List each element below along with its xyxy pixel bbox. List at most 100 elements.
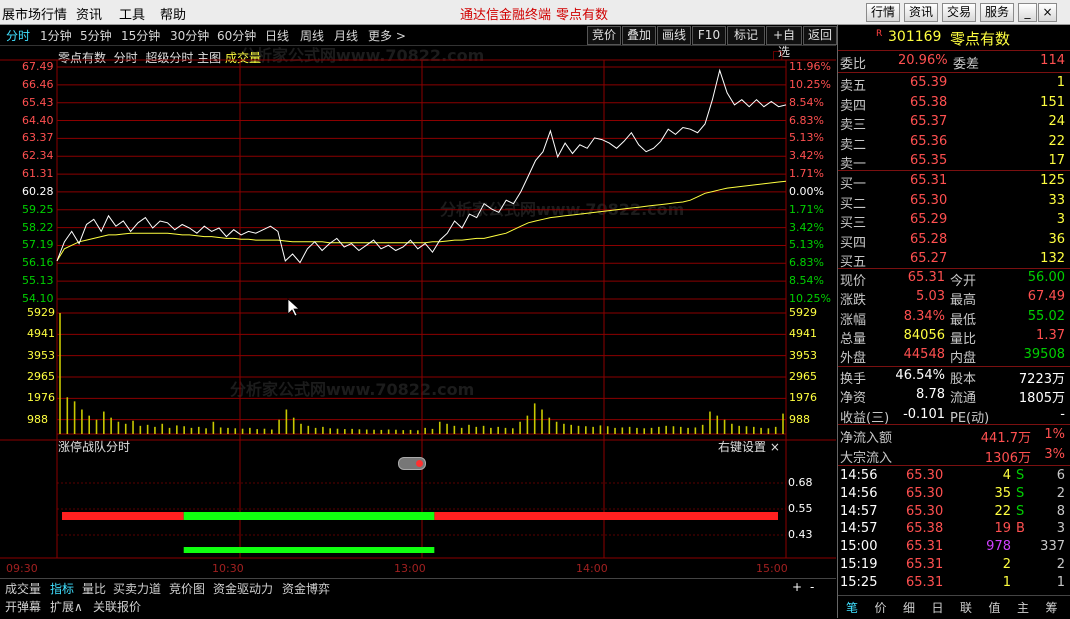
tick-volume: 1 bbox=[1002, 574, 1011, 590]
tick-side: S bbox=[1016, 485, 1025, 501]
stat-label: 流通 bbox=[950, 391, 977, 407]
menu-market[interactable]: 展市场行情 bbox=[2, 4, 67, 23]
tab-fund-game[interactable]: 资金博弈 bbox=[282, 580, 330, 597]
bid-volume: 36 bbox=[1048, 231, 1065, 247]
tick-row: 15:25 65.31 1 1 bbox=[838, 574, 1070, 593]
stat-value: 46.54% bbox=[895, 368, 945, 383]
period-30min[interactable]: 30分钟 bbox=[170, 27, 209, 44]
panel-tab[interactable]: 值 bbox=[989, 599, 1001, 616]
f10-button[interactable]: F10 bbox=[692, 26, 726, 45]
period-5min[interactable]: 5分钟 bbox=[80, 27, 112, 44]
indicator-title: 涨停战队分时 bbox=[58, 440, 131, 454]
panel-tab[interactable]: 细 bbox=[903, 599, 915, 616]
tab-buy-sell-power[interactable]: 买卖力道 bbox=[113, 580, 161, 597]
add-watchlist-button[interactable]: +自选 bbox=[766, 26, 802, 59]
bid-label: 买二 bbox=[840, 196, 867, 212]
toggle-icon[interactable] bbox=[398, 457, 426, 470]
bid-volume: 125 bbox=[1040, 173, 1065, 188]
ask-volume: 24 bbox=[1048, 114, 1065, 129]
tab-auction-chart[interactable]: 竞价图 bbox=[169, 580, 205, 597]
stat-value: 55.02 bbox=[1027, 308, 1065, 324]
tick-count: 2 bbox=[1056, 557, 1065, 572]
ask-volume: 151 bbox=[1040, 94, 1065, 110]
auction-button[interactable]: 竞价 bbox=[587, 26, 621, 45]
tick-time: 15:19 bbox=[840, 557, 878, 572]
period-1min[interactable]: 1分钟 bbox=[40, 27, 72, 44]
stat-label: 涨跌 bbox=[840, 293, 867, 309]
stat-row: 换手 46.54% 股本 7223万 bbox=[838, 367, 1070, 387]
stat-row: 涨跌 5.03 最高 67.49 bbox=[838, 288, 1070, 309]
indicator-green-strip bbox=[183, 547, 435, 553]
tab-volume-ratio[interactable]: 量比 bbox=[82, 580, 106, 597]
menu-news[interactable]: 资讯 bbox=[76, 4, 102, 23]
indicator-green-zone bbox=[183, 512, 435, 520]
bid-volume: 3 bbox=[1056, 212, 1065, 227]
market-button[interactable]: 行情 bbox=[866, 3, 900, 22]
back-button[interactable]: 返回 bbox=[803, 26, 837, 45]
stat-value: 65.31 bbox=[907, 270, 945, 285]
draw-button[interactable]: 画线 bbox=[657, 26, 691, 45]
expand-button[interactable]: 扩展∧ bbox=[50, 598, 83, 615]
tick-count: 2 bbox=[1056, 485, 1065, 501]
pct-tick-label: 5.13% bbox=[789, 131, 824, 145]
app-title: 通达信金融终端 bbox=[460, 8, 552, 23]
close-icon[interactable]: × bbox=[1038, 3, 1057, 22]
indicator-settings[interactable]: 右键设置 × bbox=[718, 438, 780, 455]
ask-label: 卖四 bbox=[840, 98, 867, 114]
stat-label: 收益(三) bbox=[840, 410, 890, 426]
stat-label: 最高 bbox=[950, 293, 977, 309]
price-tick-label: 63.37 bbox=[22, 131, 54, 145]
time-label: 14:00 bbox=[576, 562, 608, 575]
panel-tab[interactable]: 笔 bbox=[846, 599, 858, 616]
menu-help[interactable]: 帮助 bbox=[160, 4, 186, 23]
panel-tab[interactable]: 联 bbox=[960, 599, 972, 616]
panel-tab[interactable]: 主 bbox=[1017, 599, 1029, 616]
panel-tab[interactable]: 日 bbox=[932, 599, 944, 616]
volume-tick-label: 3953 bbox=[789, 348, 817, 362]
menu-tools[interactable]: 工具 bbox=[119, 4, 145, 23]
tick-side: S bbox=[1016, 503, 1025, 519]
price-tick-label: 66.46 bbox=[22, 77, 54, 91]
price-tick-label: 55.13 bbox=[22, 274, 54, 288]
related-quote-button[interactable]: 关联报价 bbox=[93, 598, 141, 615]
stat-row: 净资 8.78 流通 1805万 bbox=[838, 386, 1070, 407]
stat-row: 外盘 44548 内盘 39508 bbox=[838, 346, 1070, 366]
tick-side: S bbox=[1016, 468, 1025, 483]
stat-value: 67.49 bbox=[1027, 289, 1065, 305]
ask-label: 卖三 bbox=[840, 118, 867, 133]
tab-fund-drive[interactable]: 资金驱动力 bbox=[213, 580, 273, 597]
news-button[interactable]: 资讯 bbox=[904, 3, 938, 22]
volume-tick-label: 988 bbox=[27, 412, 48, 426]
bid-label: 买三 bbox=[840, 216, 867, 231]
period-minute[interactable]: 分时 bbox=[6, 27, 30, 44]
tick-price: 65.31 bbox=[906, 557, 944, 572]
zoom-out-button[interactable]: - bbox=[810, 580, 814, 594]
volume-tick-label: 1976 bbox=[789, 391, 817, 405]
ask-volume: 1 bbox=[1056, 75, 1065, 90]
panel-tab[interactable]: 筹 bbox=[1046, 599, 1058, 616]
mark-button[interactable]: 标记 bbox=[727, 26, 765, 45]
period-15min[interactable]: 15分钟 bbox=[121, 27, 160, 44]
tab-volume[interactable]: 成交量 bbox=[5, 580, 41, 597]
flow-row: 净流入额 441.7万 1% bbox=[838, 426, 1070, 446]
overlay-button[interactable]: 叠加 bbox=[622, 26, 656, 45]
price-tick-label: 58.22 bbox=[22, 220, 54, 234]
trade-button[interactable]: 交易 bbox=[942, 3, 976, 22]
bid-volume: 33 bbox=[1048, 192, 1065, 208]
zoom-in-button[interactable]: + bbox=[792, 580, 802, 594]
minimize-icon[interactable]: _ bbox=[1018, 3, 1037, 22]
service-button[interactable]: 服务 bbox=[980, 3, 1014, 22]
tick-count: 8 bbox=[1056, 503, 1065, 519]
indicator-axis-label: 0.55 bbox=[788, 502, 813, 515]
tick-time: 15:25 bbox=[840, 574, 878, 590]
stat-label: 今开 bbox=[950, 274, 977, 289]
flow-value: 1306万 bbox=[984, 450, 1031, 466]
price-tick-label: 62.34 bbox=[22, 149, 54, 163]
stat-value: 1.37 bbox=[1036, 327, 1065, 343]
panel-tab[interactable]: 价 bbox=[875, 599, 887, 616]
danmaku-button[interactable]: 开弹幕 bbox=[5, 598, 41, 615]
tab-indicator[interactable]: 指标 bbox=[50, 580, 74, 597]
tick-volume: 978 bbox=[986, 539, 1011, 555]
chart-area[interactable]: 分析家公式网www.70822.com 分析家公式网www.70822.com … bbox=[0, 46, 836, 578]
quote-panel: R 301169 零点有数 委比 20.96% 委差 114 卖五 65.39 1 卖… bbox=[837, 25, 1070, 618]
